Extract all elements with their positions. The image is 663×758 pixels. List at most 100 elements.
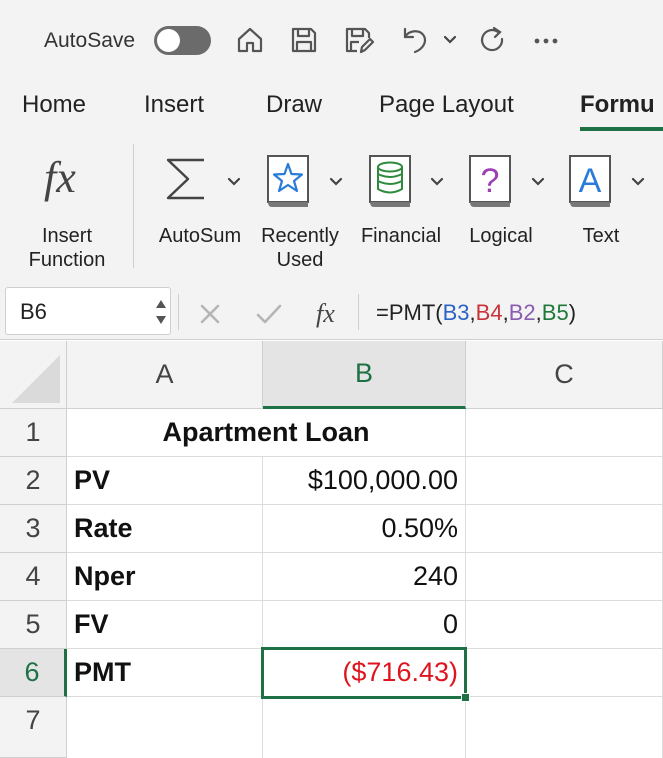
spreadsheet-grid: A B C 1 2 3 4 5 6 7 Apartment Loan PV $1… [0, 341, 663, 758]
name-box[interactable]: B6 [5, 287, 171, 335]
formula-ref-b5: B5 [541, 300, 569, 325]
undo-dropdown-chevron-icon[interactable] [442, 30, 458, 50]
cancel-x-icon[interactable] [196, 298, 226, 328]
undo-icon[interactable] [396, 20, 432, 60]
redo-icon[interactable] [474, 20, 510, 60]
tab-home[interactable]: Home [22, 91, 86, 119]
cell-c3[interactable] [466, 505, 663, 553]
text-book-icon: A [569, 155, 611, 207]
autosum-label: AutoSum [158, 225, 242, 247]
enter-check-icon[interactable] [254, 298, 284, 328]
save-edit-icon[interactable] [340, 20, 376, 60]
recently-used-button[interactable] [264, 152, 314, 210]
active-tab-indicator [580, 127, 663, 131]
autosave-toggle[interactable] [154, 26, 211, 55]
logical-chevron-down-icon[interactable] [530, 174, 546, 190]
cell-b6-pmt-result[interactable]: ($716.43) [263, 649, 466, 697]
formula-ref-b3: B3 [442, 300, 470, 325]
cell-c7[interactable] [466, 697, 663, 758]
row-header-7[interactable]: 7 [0, 697, 67, 758]
cell-a7[interactable] [67, 697, 263, 758]
row-header-2[interactable]: 2 [0, 457, 67, 505]
coins-book-icon [369, 155, 411, 207]
cell-a4[interactable]: Nper [67, 553, 263, 601]
ribbon-formulas: fx Insert Function AutoSum Recently Used [0, 134, 663, 284]
text-chevron-down-icon[interactable] [630, 174, 646, 190]
formula-bar: B6 fx =PMT(B3,B4,B2,B5) [0, 284, 663, 340]
insert-function-label-line2: Function [28, 249, 106, 271]
svg-text:?: ? [481, 162, 500, 200]
insert-function-button[interactable]: fx [40, 150, 96, 210]
tab-page-layout[interactable]: Page Layout [379, 91, 514, 119]
formula-suffix: ) [568, 300, 577, 325]
fill-handle[interactable] [461, 693, 470, 702]
recently-used-label-line2: Used [276, 249, 324, 271]
logical-button[interactable]: ? [466, 152, 516, 210]
logical-label: Logical [469, 225, 533, 247]
save-icon[interactable] [286, 20, 322, 60]
row-header-1[interactable]: 1 [0, 409, 67, 457]
formula-ref-b4: B4 [475, 300, 503, 325]
cell-c6[interactable] [466, 649, 663, 697]
financial-button[interactable] [366, 152, 416, 210]
star-book-icon [267, 155, 309, 207]
ribbon-separator [133, 144, 134, 268]
cell-b4[interactable]: 240 [263, 553, 466, 601]
formula-input[interactable]: =PMT(B3,B4,B2,B5) [376, 300, 576, 326]
quick-access-toolbar: AutoSave [0, 0, 663, 82]
formula-prefix: =PMT( [376, 300, 443, 325]
row-header-5[interactable]: 5 [0, 601, 67, 649]
autosave-label: AutoSave [44, 29, 136, 52]
name-box-stepper-icon[interactable] [154, 293, 168, 331]
recently-used-label-line1: Recently [261, 225, 339, 247]
text-button[interactable]: A [566, 152, 616, 210]
cell-c1[interactable] [466, 409, 663, 457]
tab-draw[interactable]: Draw [266, 91, 322, 119]
cell-a5[interactable]: FV [67, 601, 263, 649]
cell-b2[interactable]: $100,000.00 [263, 457, 466, 505]
select-all-corner[interactable] [0, 341, 67, 409]
cell-c4[interactable] [466, 553, 663, 601]
home-icon[interactable] [232, 20, 268, 60]
recently-used-chevron-down-icon[interactable] [328, 174, 344, 190]
column-header-c[interactable]: C [466, 341, 663, 409]
cell-a2[interactable]: PV [67, 457, 263, 505]
question-book-icon: ? [469, 155, 511, 207]
cell-a6[interactable]: PMT [67, 649, 263, 697]
autosum-button[interactable] [164, 154, 210, 204]
autosum-chevron-down-icon[interactable] [226, 174, 242, 190]
name-box-value: B6 [20, 299, 47, 324]
select-all-triangle-icon [12, 355, 60, 403]
formula-ref-b2: B2 [508, 300, 536, 325]
recently-used-label: Recently Used [252, 224, 348, 272]
formula-bar-separator-2 [358, 294, 359, 330]
tab-formulas[interactable]: Formu [580, 91, 655, 119]
insert-function-label-line1: Insert [41, 225, 93, 247]
text-label: Text [582, 225, 620, 247]
svg-text:fx: fx [44, 153, 76, 202]
cell-b7[interactable] [263, 697, 466, 758]
tab-insert[interactable]: Insert [144, 91, 204, 119]
sigma-icon [166, 158, 204, 200]
row-header-6[interactable]: 6 [0, 649, 67, 697]
column-header-b[interactable]: B [263, 341, 466, 409]
cell-c2[interactable] [466, 457, 663, 505]
svg-text:fx: fx [316, 299, 335, 328]
cell-b5[interactable]: 0 [263, 601, 466, 649]
cell-b3[interactable]: 0.50% [263, 505, 466, 553]
insert-function-label: Insert Function [22, 224, 112, 272]
more-icon[interactable] [528, 20, 564, 60]
cell-c5[interactable] [466, 601, 663, 649]
cell-a1-title[interactable]: Apartment Loan [67, 409, 466, 457]
row-header-3[interactable]: 3 [0, 505, 67, 553]
row-header-4[interactable]: 4 [0, 553, 67, 601]
formula-bar-separator [178, 294, 179, 330]
financial-label: Financial [360, 225, 442, 247]
cell-a3[interactable]: Rate [67, 505, 263, 553]
svg-text:A: A [579, 162, 602, 200]
ribbon-tabs: Home Insert Draw Page Layout Formu [0, 82, 663, 134]
financial-chevron-down-icon[interactable] [429, 174, 445, 190]
column-header-a[interactable]: A [67, 341, 263, 409]
insert-function-fx-icon[interactable]: fx [314, 298, 348, 328]
function-fx-icon: fx [44, 153, 76, 202]
